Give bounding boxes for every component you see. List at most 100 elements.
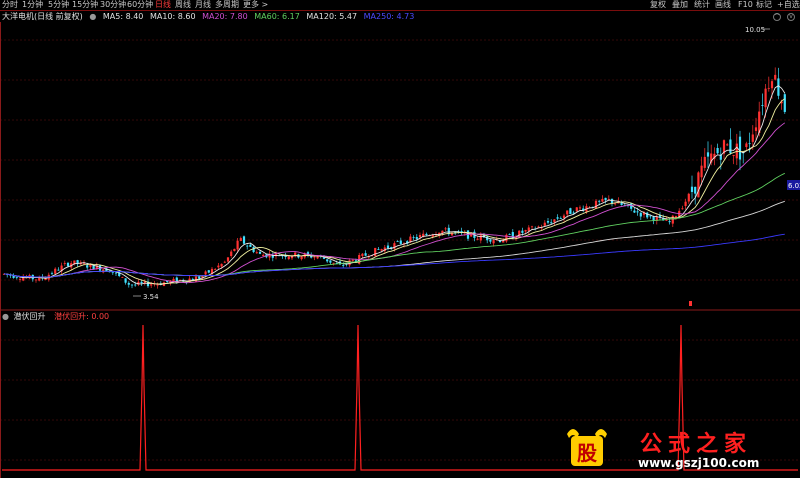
watermark-logo: 股 (563, 424, 611, 470)
candle-body (527, 227, 530, 232)
candle-body (444, 228, 447, 230)
candle-body (380, 249, 383, 251)
candle-body (300, 256, 303, 260)
candle-body (34, 279, 38, 281)
period-tab-weekly[interactable]: 周线 (175, 0, 191, 10)
candle-body (226, 257, 230, 262)
period-tab-fenshi[interactable]: 分时 (2, 0, 18, 10)
candle-body (111, 272, 114, 274)
candle-body (553, 219, 556, 223)
candle-body (716, 148, 719, 154)
period-tab-multi[interactable]: 多周期 (215, 0, 239, 10)
candle-body (700, 165, 703, 178)
candle-body (223, 261, 226, 263)
candle-body (290, 256, 294, 259)
candle-body (316, 256, 319, 259)
candle-body (198, 276, 201, 279)
chevron-up-icon[interactable]: ^ (773, 13, 781, 21)
candle-body (745, 143, 748, 148)
candle-body (214, 269, 217, 270)
candle-body (601, 198, 604, 202)
candle-body (476, 238, 479, 240)
candle-body (326, 259, 329, 262)
candle-body (329, 260, 332, 263)
overlay-button[interactable]: 叠加 (672, 0, 688, 10)
draw-line-button[interactable]: 画线 (715, 0, 731, 10)
candle-body (754, 127, 758, 131)
candle-body (639, 212, 642, 217)
candle-body (732, 154, 735, 157)
fuquan-button[interactable]: 复权 (650, 0, 666, 10)
candle-body (364, 253, 367, 256)
candle-body (425, 233, 428, 235)
candle-body (342, 265, 345, 266)
ma20-line (3, 122, 786, 284)
watermark-brand: 公式之家 (640, 432, 753, 457)
candle-body (386, 245, 390, 249)
candle-body (351, 259, 354, 261)
candle-body (518, 230, 521, 238)
candle-body (550, 222, 553, 224)
moving-average-lines (3, 85, 786, 286)
candle-body (566, 210, 569, 215)
period-tab-more[interactable]: 更多 > (243, 0, 268, 10)
candle-body (508, 234, 511, 235)
candle-body (562, 215, 566, 219)
ma-info-bar: 大洋电机(日线 前复权) ● MA5: 8.40 MA10: 8.60 MA20… (2, 12, 418, 22)
candle-body (575, 207, 578, 212)
mark-button[interactable]: 标记 (756, 0, 772, 10)
statistics-button[interactable]: 统计 (694, 0, 710, 10)
candle-body (671, 215, 674, 224)
candle-body (729, 139, 732, 153)
ma60-line (3, 172, 786, 278)
candle-body (594, 200, 598, 209)
indicator-dot-icon[interactable]: ● (2, 312, 9, 321)
candle-body (374, 247, 377, 257)
stock-title: 大洋电机(日线 前复权) (2, 12, 83, 21)
signal-marker (689, 301, 692, 306)
candle-body (262, 254, 265, 256)
candle-body (697, 172, 700, 198)
candle-body (252, 247, 255, 253)
indicator-title-bar: ● 潜伏回升 潜伏回升: 0.00 (2, 312, 109, 322)
period-tab-5min[interactable]: 5分钟 (48, 0, 69, 10)
candle-body (770, 81, 774, 89)
chevron-down-icon[interactable]: v (787, 13, 795, 21)
indicator-value: 潜伏回升: 0.00 (54, 312, 110, 321)
candle-body (559, 218, 562, 219)
candle-body (412, 237, 415, 239)
candle-body (86, 265, 89, 268)
period-tab-monthly[interactable]: 月线 (195, 0, 211, 10)
candle-body (204, 271, 207, 275)
candle-body (489, 239, 492, 242)
candle-body (18, 278, 22, 280)
candle-body (233, 248, 236, 252)
f10-button[interactable]: F10 (738, 0, 753, 10)
candle-body (415, 237, 418, 239)
candle-body (377, 249, 380, 250)
candle-body (114, 272, 118, 274)
candle-body (530, 226, 534, 228)
period-tab-60min[interactable]: 60分钟 (127, 0, 153, 10)
chart-area[interactable]: 10.05 3.54 6.02 (0, 22, 800, 478)
candle-body (399, 240, 402, 244)
candle-body (82, 263, 86, 265)
period-tab-30min[interactable]: 30分钟 (100, 0, 126, 10)
candle-body (751, 134, 754, 142)
indicator-name: 潜伏回升 (13, 312, 46, 321)
candle-body (258, 251, 262, 254)
candle-body (684, 201, 687, 206)
candle-body (578, 207, 582, 209)
candle-body (134, 284, 137, 286)
candle-body (681, 208, 684, 210)
candle-body (598, 200, 601, 202)
add-watchlist-button[interactable]: +自选 (777, 0, 800, 10)
candle-body (726, 144, 729, 146)
period-tab-daily[interactable]: 日线 (155, 0, 171, 10)
settings-dot-icon[interactable]: ● (89, 12, 96, 21)
candle-body (313, 256, 316, 258)
period-tab-15min[interactable]: 15分钟 (72, 0, 98, 10)
period-tab-1min[interactable]: 1分钟 (22, 0, 43, 10)
candle-body (492, 240, 495, 244)
candle-body (150, 284, 153, 286)
